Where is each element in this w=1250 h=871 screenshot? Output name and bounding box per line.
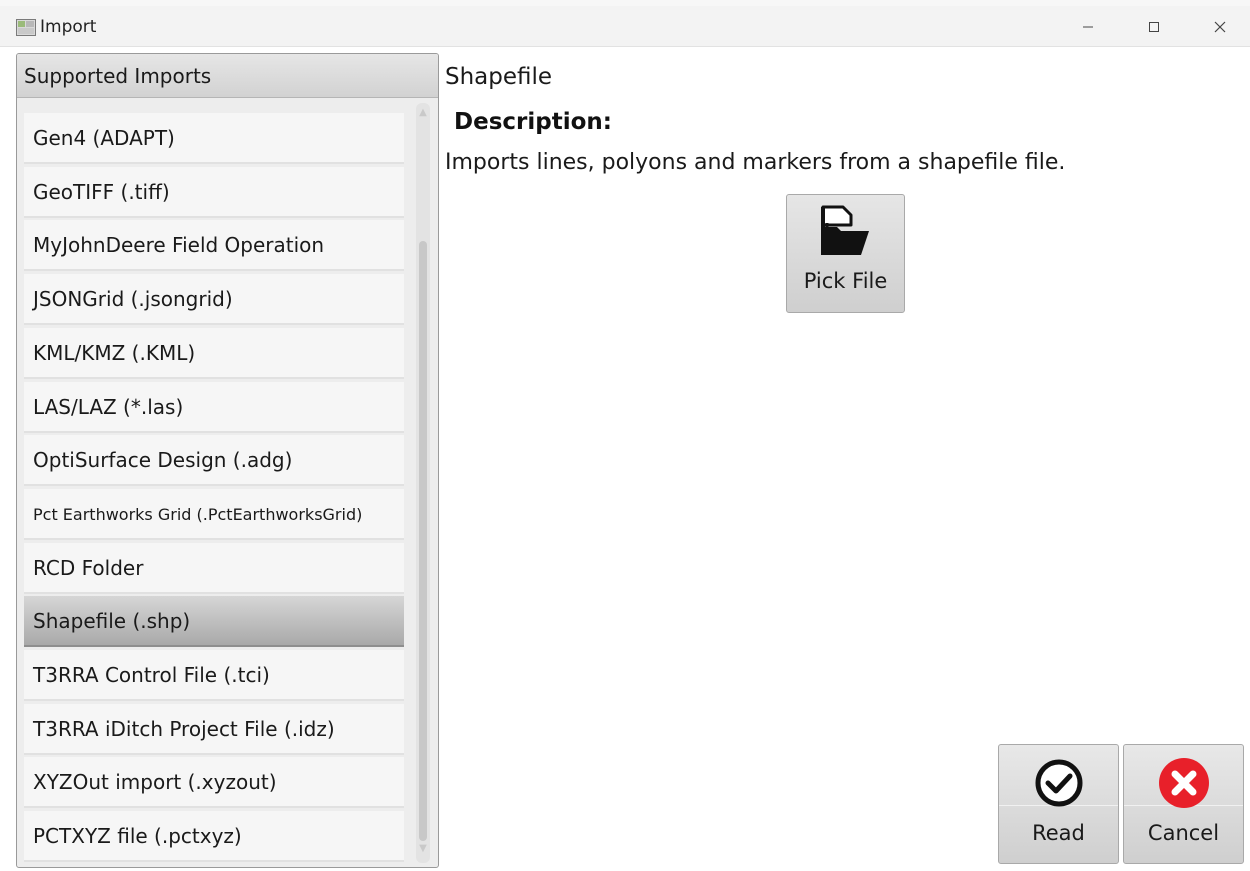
- list-item[interactable]: PCTXYZ file (.pctxyz): [24, 811, 404, 863]
- list-item[interactable]: LAS/LAZ (*.las): [24, 381, 404, 433]
- check-circle-icon: [1035, 759, 1083, 807]
- list-item-label: Pct Earthworks Grid (.PctEarthworksGrid): [33, 504, 363, 524]
- list-item[interactable]: OptiSurface Design (.adg): [24, 435, 404, 487]
- list-item[interactable]: Gen4 (ADAPT): [24, 113, 404, 164]
- detail-title: Shapefile: [445, 64, 553, 90]
- list-item[interactable]: MyJohnDeere Field Operation: [24, 220, 404, 272]
- list-item[interactable]: Shapefile (.shp): [24, 596, 404, 648]
- list-item-label: PCTXYZ file (.pctxyz): [33, 824, 242, 849]
- list-item-label: JSONGrid (.jsongrid): [33, 287, 233, 312]
- list-item[interactable]: Pct Earthworks Grid (.PctEarthworksGrid): [24, 488, 404, 540]
- app-icon: [16, 19, 36, 36]
- scroll-down-arrow-icon[interactable]: ▼: [418, 843, 428, 857]
- description-text: Imports lines, polyons and markers from …: [445, 150, 1066, 175]
- imports-list[interactable]: Gen4 (ADAPT) GeoTIFF (.tiff) MyJohnDeere F…: [24, 103, 434, 863]
- list-item[interactable]: JSONGrid (.jsongrid): [24, 274, 404, 326]
- title-bar[interactable]: Import: [0, 6, 1250, 47]
- list-item-label: MyJohnDeere Field Operation: [33, 233, 325, 258]
- list-item[interactable]: RCD Folder: [24, 542, 404, 594]
- list-item-label: RCD Folder: [33, 555, 144, 580]
- close-icon: [1214, 21, 1226, 33]
- maximize-icon: [1149, 22, 1159, 32]
- list-item-label: KML/KMZ (.KML): [33, 340, 196, 365]
- list-item[interactable]: T3RRA Control File (.tci): [24, 650, 404, 701]
- scroll-up-arrow-icon[interactable]: ▲: [418, 107, 428, 121]
- list-item-label: Gen4 (ADAPT): [33, 126, 175, 150]
- supported-imports-panel: Supported Imports Gen4 (ADAPT) GeoTIFF (.…: [16, 53, 439, 868]
- list-item[interactable]: T3RRA iDitch Project File (.idz): [24, 703, 404, 755]
- list-item-label: Shapefile (.shp): [33, 609, 191, 634]
- panel-header-label: Supported Imports: [24, 64, 212, 88]
- description-label: Description:: [454, 109, 612, 135]
- pick-file-button[interactable]: Pick File: [786, 194, 905, 313]
- list-item-label: LAS/LAZ (*.las): [33, 394, 184, 419]
- open-folder-icon: [821, 205, 869, 255]
- cancel-label: Cancel: [1147, 821, 1220, 845]
- pick-file-label: Pick File: [803, 269, 888, 293]
- cancel-button[interactable]: Cancel: [1123, 744, 1244, 864]
- maximize-button[interactable]: [1130, 12, 1178, 42]
- list-item-label: OptiSurface Design (.adg): [33, 448, 293, 473]
- red-x-circle-icon: [1159, 758, 1209, 808]
- scrollbar-thumb[interactable]: [419, 241, 427, 841]
- window-title: Import: [40, 17, 97, 37]
- list-item-label: T3RRA Control File (.tci): [33, 663, 270, 687]
- close-button[interactable]: [1196, 12, 1244, 42]
- list-scrollbar[interactable]: ▲ ▼: [416, 103, 430, 863]
- list-item-label: GeoTIFF (.tiff): [33, 179, 170, 204]
- read-label: Read: [1032, 821, 1085, 845]
- list-item-label: XYZOut import (.xyzout): [33, 770, 277, 795]
- list-item[interactable]: KML/KMZ (.KML): [24, 327, 404, 379]
- list-item-label: T3RRA iDitch Project File (.idz): [33, 716, 335, 741]
- minimize-button[interactable]: [1064, 12, 1112, 42]
- read-button[interactable]: Read: [998, 744, 1119, 864]
- minimize-icon: [1083, 26, 1093, 28]
- panel-header: Supported Imports: [17, 54, 438, 98]
- list-item[interactable]: XYZOut import (.xyzout): [24, 757, 404, 809]
- list-item[interactable]: GeoTIFF (.tiff): [24, 166, 404, 218]
